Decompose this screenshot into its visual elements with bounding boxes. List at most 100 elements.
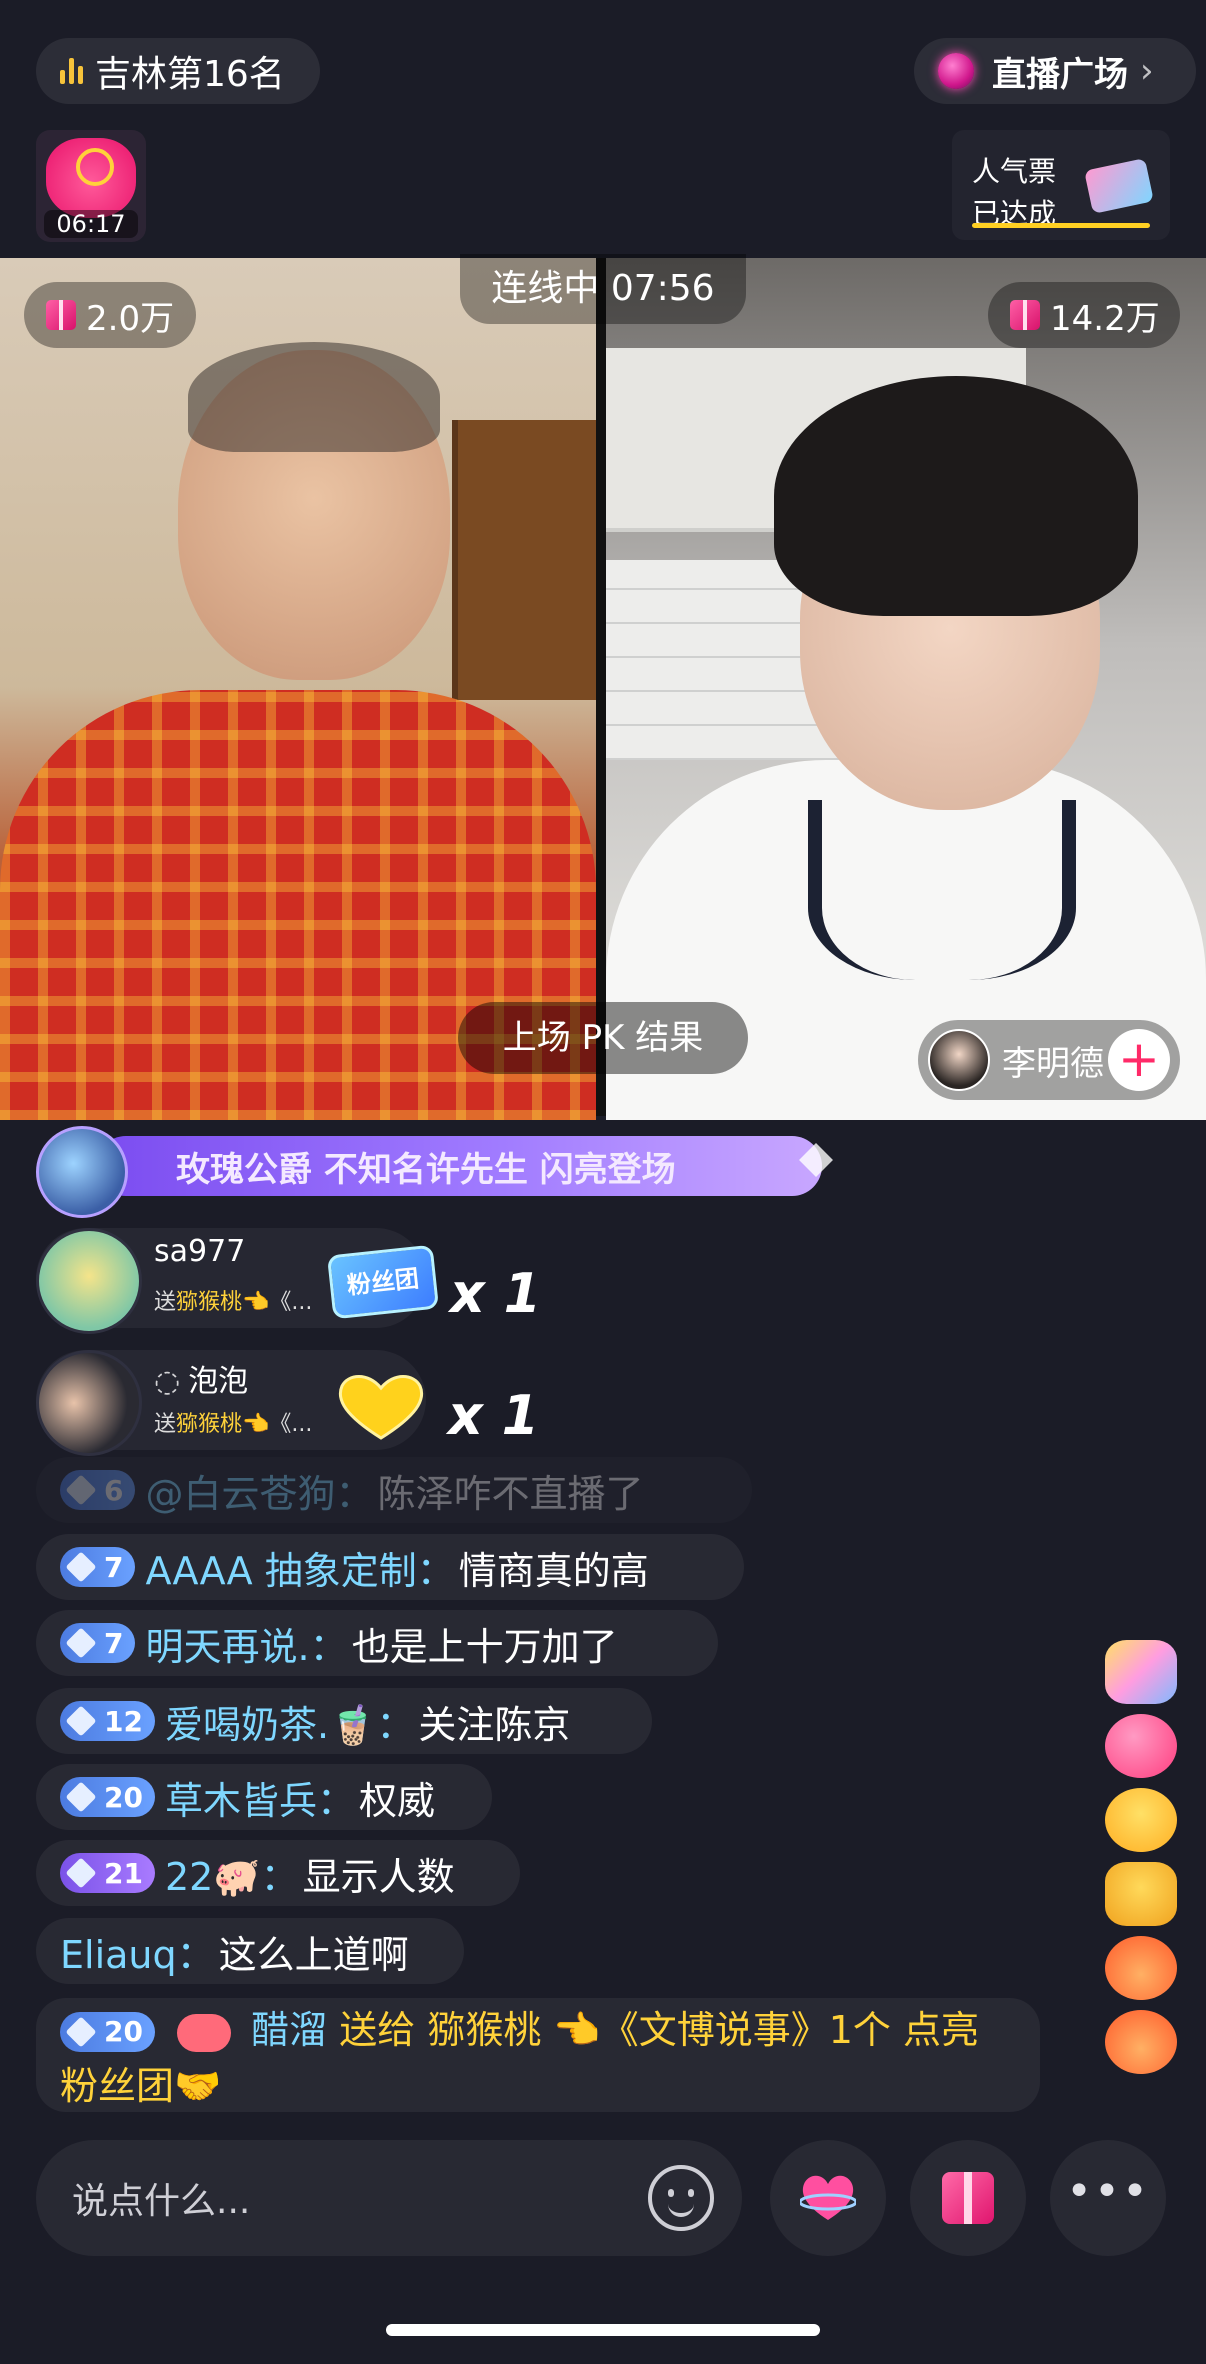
gift-message-text: 送给 猕猴桃 👈《文博说事》1个 点亮 (327, 2008, 979, 2052)
diamond-icon (65, 1705, 97, 1737)
gift-sender-name: sa977 (154, 1234, 246, 1269)
right-gift-score[interactable]: 14.2万 (988, 282, 1180, 348)
gift-message-tail: 粉丝团🤝 (60, 2064, 222, 2108)
left-gift-score[interactable]: 2.0万 (24, 282, 196, 348)
entrance-band: 玫瑰公爵 不知名许先生 闪亮登场 (96, 1136, 822, 1196)
gift-button[interactable] (910, 2140, 1026, 2256)
diamond-icon (65, 2016, 97, 2048)
comment-input[interactable]: 说点什么... (36, 2140, 742, 2256)
user-level-badge: 20 (60, 2012, 155, 2052)
chat-text: 显示人数 (302, 1854, 455, 1899)
chat-username: 爱喝奶茶.🧋： (164, 1702, 415, 1747)
emoji-icon[interactable] (648, 2165, 714, 2231)
heart-icon (1105, 1714, 1177, 1778)
chat-message[interactable]: 20 草木皆兵： 权威 (36, 1764, 492, 1830)
user-avatar[interactable] (36, 1228, 142, 1334)
chat-username: 22🐖： (164, 1854, 299, 1899)
popularity-title: 人气票 (972, 155, 1057, 188)
live-plaza-button[interactable]: 直播广场 › (914, 38, 1196, 104)
entrance-text: 玫瑰公爵 不知名许先生 闪亮登场 (176, 1149, 676, 1190)
diamond-icon (65, 1627, 97, 1659)
more-button[interactable]: ••• (1050, 2140, 1166, 2256)
rose-duke-badge-icon (36, 1126, 128, 1218)
gift-sender-name: ◌ 泡泡 (154, 1364, 249, 1399)
chat-text: 陈泽咋不直播了 (377, 1471, 644, 1516)
popularity-ticket-widget[interactable]: 人气票 已达成 (952, 130, 1170, 240)
user-level-badge: 7 (60, 1623, 136, 1663)
city-rank-label: 吉林第16名 (95, 54, 285, 95)
laughing-emoji-icon (1105, 1788, 1177, 1852)
gift-box-icon (46, 300, 76, 330)
red-envelope-timer: 06:17 (44, 210, 138, 238)
chat-text: 权威 (358, 1778, 435, 1823)
peer-avatar (928, 1029, 990, 1091)
gift-description: 送猕猴桃👈《... (154, 1412, 313, 1437)
right-host-collar (808, 800, 1076, 980)
popularity-progress-bar (972, 223, 1150, 228)
chat-username: AAAA 抽象定制： (145, 1548, 455, 1593)
diamond-icon (65, 1551, 97, 1583)
shooting-star-icon (1105, 1640, 1177, 1704)
comment-placeholder: 说点什么... (72, 2181, 251, 2222)
chat-text: 这么上道啊 (218, 1932, 409, 1977)
rank-bars-icon (60, 58, 83, 84)
city-rank-badge[interactable]: 吉林第16名 (36, 38, 320, 104)
thumbs-up-icon (1105, 1862, 1177, 1926)
peer-host-chip[interactable]: 李明德 + (918, 1020, 1180, 1100)
like-button[interactable] (770, 2140, 886, 2256)
diamond-icon (65, 1781, 97, 1813)
ticket-icon (1084, 158, 1154, 214)
chat-username: Eliauq： (60, 1932, 215, 1977)
fan-club-gift-message[interactable]: 20 醋溜 送给 猕猴桃 👈《文博说事》1个 点亮 粉丝团🤝 (36, 1998, 1040, 2112)
gift-description: 送猕猴桃👈《... (154, 1290, 313, 1315)
floating-reactions (1096, 1640, 1186, 2084)
right-host-hair (774, 376, 1138, 616)
chat-text: 也是上十万加了 (351, 1624, 618, 1669)
fire-icon (1105, 2010, 1177, 2074)
diamond-icon (65, 1474, 97, 1506)
chat-text: 关注陈京 (418, 1702, 571, 1747)
gift-count: x 1 (450, 1262, 542, 1325)
chat-message[interactable]: 7 明天再说.： 也是上十万加了 (36, 1610, 718, 1676)
follow-plus-button[interactable]: + (1108, 1029, 1170, 1091)
user-level-badge: 21 (60, 1853, 155, 1893)
background-door (452, 420, 596, 700)
bubble-icon: ◌ (154, 1364, 181, 1399)
gift-sender-name: 醋溜 (251, 2008, 328, 2052)
vip-entrance-banner: 玫瑰公爵 不知名许先生 闪亮登场 (36, 1126, 833, 1218)
fire-icon (1105, 1936, 1177, 2000)
planet-icon (938, 53, 974, 89)
chat-username: @白云苍狗： (145, 1471, 374, 1516)
home-indicator[interactable] (386, 2324, 820, 2336)
chat-text: 情商真的高 (458, 1548, 649, 1593)
chevron-right-icon: › (1140, 51, 1154, 91)
right-gift-count: 14.2万 (1050, 298, 1160, 339)
pk-result-button[interactable]: 上场 PK 结果 (458, 1002, 748, 1074)
user-avatar[interactable] (36, 1350, 142, 1456)
link-timer: 连线中 07:56 (460, 254, 746, 324)
chat-message[interactable]: 21 22🐖： 显示人数 (36, 1840, 520, 1906)
chat-username: 明天再说.： (145, 1624, 348, 1669)
peer-name: 李明德 (1002, 1043, 1104, 1084)
red-envelope-widget[interactable]: 06:17 (36, 130, 146, 242)
gift-box-icon (1010, 300, 1040, 330)
live-plaza-label: 直播广场 (992, 54, 1128, 95)
chat-message[interactable]: Eliauq： 这么上道啊 (36, 1918, 464, 1984)
chat-message[interactable]: 6 @白云苍狗： 陈泽咋不直播了 (36, 1457, 752, 1523)
video-divider (596, 258, 606, 1116)
yellow-heart-icon (338, 1375, 424, 1440)
gift-count: x 1 (448, 1384, 540, 1447)
left-gift-count: 2.0万 (86, 298, 175, 339)
diamond-icon (65, 1857, 97, 1889)
left-host-hair (188, 342, 440, 452)
user-level-badge: 6 (60, 1470, 136, 1510)
bag-knot (76, 148, 114, 186)
chat-username: 草木皆兵： (164, 1778, 355, 1823)
chat-message[interactable]: 7 AAAA 抽象定制： 情商真的高 (36, 1534, 744, 1600)
chat-message[interactable]: 12 爱喝奶茶.🧋： 关注陈京 (36, 1688, 652, 1754)
heart-planet-icon (800, 2175, 856, 2220)
user-level-badge: 20 (60, 1777, 155, 1817)
fan-level-badge-icon (177, 2013, 232, 2052)
user-level-badge: 7 (60, 1547, 136, 1587)
gift-box-icon (942, 2172, 994, 2224)
